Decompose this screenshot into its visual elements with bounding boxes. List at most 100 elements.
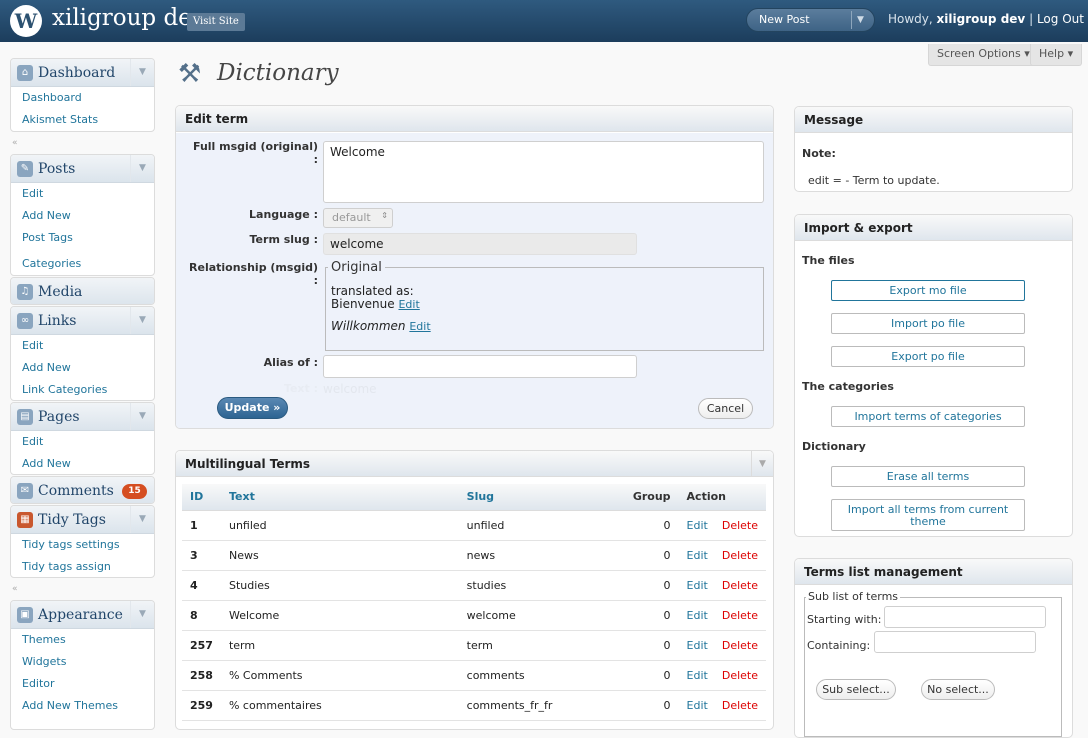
edit-link[interactable]: Edit	[687, 549, 708, 562]
new-post-button[interactable]: New Post ▼	[746, 8, 875, 32]
edit-link[interactable]: Edit	[687, 699, 708, 712]
language-select[interactable]: default ⇕	[323, 208, 393, 228]
sidebar-item-dashboard[interactable]: Dashboard	[11, 87, 154, 109]
column-header-slug[interactable]: Slug	[458, 484, 619, 511]
cell-id: 259	[182, 690, 221, 721]
edit-link[interactable]: Edit	[687, 609, 708, 622]
sidebar-item-pages-edit[interactable]: Edit	[11, 431, 154, 453]
edit-link[interactable]: Edit	[687, 639, 708, 652]
menu-head-posts[interactable]: ✎ Posts ▼	[11, 155, 154, 183]
menu-head-tidy-tags[interactable]: ▦ Tidy Tags ▼	[11, 506, 154, 534]
sidebar-item-posts-add-new[interactable]: Add New	[11, 205, 154, 227]
starting-with-input[interactable]	[884, 606, 1046, 628]
chevron-down-icon[interactable]: ▼	[130, 307, 154, 334]
translation-edit-link[interactable]: Edit	[409, 320, 430, 333]
chevron-down-icon[interactable]: ▼	[130, 155, 154, 182]
chevron-down-icon[interactable]: ▼	[130, 403, 154, 430]
cell-slug: comments	[458, 660, 619, 691]
menu-label-tidy-tags: Tidy Tags	[38, 512, 106, 528]
chevron-down-icon[interactable]: ▼	[130, 601, 154, 628]
edit-link[interactable]: Edit	[687, 579, 708, 592]
update-button[interactable]: Update »	[217, 397, 288, 419]
no-select-button[interactable]: No select...	[921, 679, 995, 700]
import-theme-terms-button[interactable]: Import all terms from current theme	[831, 499, 1025, 531]
sidebar-item-post-tags[interactable]: Post Tags	[11, 227, 154, 249]
menu-head-media[interactable]: ♫ Media	[11, 278, 154, 304]
menu-head-appearance[interactable]: ▣ Appearance ▼	[11, 601, 154, 629]
cell-id: 8	[182, 600, 221, 631]
cell-slug: studies	[458, 570, 619, 601]
sidebar-item-links-edit[interactable]: Edit	[11, 335, 154, 357]
translated-as-text: translated as:	[331, 284, 414, 298]
edit-link[interactable]: Edit	[687, 669, 708, 682]
translation-edit-link[interactable]: Edit	[398, 298, 419, 311]
menu-appearance: ▣ Appearance ▼ Themes Widgets Editor Add…	[10, 600, 155, 730]
sidebar-item-add-new-themes[interactable]: Add New Themes	[11, 695, 154, 717]
visit-site-button[interactable]: Visit Site	[187, 13, 245, 31]
cell-slug: welcome	[458, 600, 619, 631]
column-header-id[interactable]: ID	[182, 484, 221, 511]
chevron-down-icon[interactable]: ▼	[130, 59, 154, 86]
containing-input[interactable]	[874, 631, 1036, 653]
cell-group: 0	[618, 540, 679, 571]
table-row: 257 term term 0 Edit Delete	[182, 630, 766, 661]
sidebar-item-themes[interactable]: Themes	[11, 629, 154, 651]
wordpress-logo-icon[interactable]: W	[10, 5, 42, 37]
erase-all-button[interactable]: Erase all terms	[831, 466, 1025, 487]
sidebar-item-tidy-tags-settings[interactable]: Tidy tags settings	[11, 534, 154, 556]
delete-link[interactable]: Delete	[722, 699, 758, 712]
user-name-link[interactable]: xiligroup dev	[937, 12, 1026, 26]
delete-link[interactable]: Delete	[722, 669, 758, 682]
import-po-button[interactable]: Import po file	[831, 313, 1025, 334]
translation-text: Willkommen	[331, 319, 406, 333]
delete-link[interactable]: Delete	[722, 609, 758, 622]
menu-head-comments[interactable]: ✉ Comments 15	[11, 477, 154, 503]
appearance-icon: ▣	[17, 607, 33, 623]
menu-head-dashboard[interactable]: ⌂ Dashboard ▼	[11, 59, 154, 87]
menu-pages: ▤ Pages ▼ Edit Add New	[10, 402, 155, 475]
sidebar-item-link-categories[interactable]: Link Categories	[11, 379, 154, 400]
sidebar-item-editor[interactable]: Editor	[11, 673, 154, 695]
sidebar-item-pages-add-new[interactable]: Add New	[11, 453, 154, 474]
sub-select-button[interactable]: Sub select...	[816, 679, 896, 700]
collapse-separator-icon[interactable]: «	[12, 584, 18, 594]
delete-link[interactable]: Delete	[722, 519, 758, 532]
chevron-down-icon[interactable]: ▼	[130, 506, 154, 533]
export-po-button[interactable]: Export po file	[831, 346, 1025, 367]
collapse-separator-icon[interactable]: «	[12, 138, 18, 148]
new-post-label[interactable]: New Post	[759, 9, 810, 31]
import-categories-button[interactable]: Import terms of categories	[831, 406, 1025, 427]
delete-link[interactable]: Delete	[722, 639, 758, 652]
site-title[interactable]: xiligroup dev	[52, 5, 205, 31]
sidebar-item-categories[interactable]: Categories	[11, 253, 154, 275]
home-icon: ⌂	[17, 65, 33, 81]
help-tab[interactable]: Help ▾	[1030, 44, 1083, 66]
sidebar-item-posts-edit[interactable]: Edit	[11, 183, 154, 205]
chevron-down-icon[interactable]: ▼	[751, 451, 773, 477]
sidebar-item-links-add-new[interactable]: Add New	[11, 357, 154, 379]
sidebar-item-widgets[interactable]: Widgets	[11, 651, 154, 673]
menu-head-pages[interactable]: ▤ Pages ▼	[11, 403, 154, 431]
export-mo-button[interactable]: Export mo file	[831, 280, 1025, 301]
msgid-textarea[interactable]: Welcome	[323, 141, 764, 203]
logout-link[interactable]: Log Out	[1037, 12, 1084, 26]
chevron-down-icon[interactable]: ▼	[857, 9, 864, 31]
table-row: 4 Studies studies 0 Edit Delete	[182, 570, 766, 601]
slug-input[interactable]: welcome	[323, 233, 637, 255]
admin-header: W xiligroup dev Visit Site New Post ▼ Ho…	[0, 0, 1088, 42]
cell-group: 0	[618, 600, 679, 631]
menu-head-links[interactable]: ∞ Links ▼	[11, 307, 154, 335]
delete-link[interactable]: Delete	[722, 549, 758, 562]
column-header-text[interactable]: Text	[220, 484, 459, 511]
sidebar-item-akismet-stats[interactable]: Akismet Stats	[11, 109, 154, 131]
sidebar-item-tidy-tags-assign[interactable]: Tidy tags assign	[11, 556, 154, 577]
menu-label-comments: Comments	[38, 483, 114, 499]
cancel-button[interactable]: Cancel	[698, 398, 753, 419]
cell-text: News	[220, 540, 459, 571]
cell-action: Edit Delete	[678, 600, 766, 631]
files-heading: The files	[802, 254, 855, 267]
alias-input[interactable]	[323, 355, 637, 378]
edit-link[interactable]: Edit	[687, 519, 708, 532]
delete-link[interactable]: Delete	[722, 579, 758, 592]
screen-options-tab[interactable]: Screen Options ▾	[928, 44, 1039, 66]
